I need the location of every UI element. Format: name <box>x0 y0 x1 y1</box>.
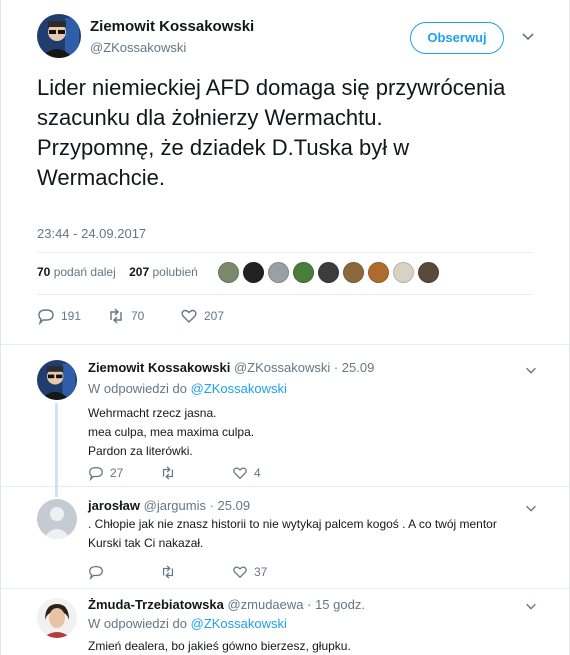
reply-header: Żmuda-Trzebiatowska @zmudaewa · 15 godz. <box>88 597 365 612</box>
follow-button[interactable]: Obserwuj <box>410 22 504 54</box>
liker-avatar[interactable] <box>243 262 264 283</box>
retweets-count[interactable]: 70 <box>37 265 50 279</box>
divider <box>37 294 532 295</box>
chevron-down-icon[interactable] <box>524 599 538 613</box>
reply-author-avatar[interactable] <box>37 598 77 638</box>
reply-icon <box>89 566 103 580</box>
in-reply-handle-link[interactable]: @ZKossakowski <box>191 381 287 396</box>
tweet-page: Ziemowit Kossakowski @ZKossakowski Obser… <box>0 0 570 655</box>
reply-text: . Chłopie jak nie znasz historii to nie … <box>88 517 497 550</box>
author-name[interactable]: Ziemowit Kossakowski <box>90 18 254 35</box>
reply-icon <box>38 309 54 325</box>
reply-actions: 27 4 <box>88 465 388 481</box>
reply-author-name[interactable]: jarosław <box>88 498 140 513</box>
reply-author-avatar[interactable] <box>37 360 77 400</box>
thread-line <box>55 487 58 497</box>
like-count: 37 <box>254 565 268 579</box>
like-button[interactable]: 207 <box>180 307 224 325</box>
reply-text: Wehrmacht rzecz jasna. mea culpa, mea ma… <box>88 406 255 458</box>
author-handle[interactable]: @ZKossakowski <box>90 40 186 55</box>
likes-label[interactable]: polubień <box>152 265 197 279</box>
retweet-count: 70 <box>131 309 145 323</box>
chevron-down-icon[interactable] <box>520 28 536 44</box>
liker-avatar[interactable] <box>418 262 439 283</box>
like-button[interactable]: 4 <box>232 465 261 481</box>
retweet-button[interactable] <box>160 564 176 580</box>
reply-button[interactable]: 191 <box>37 307 81 325</box>
retweet-button[interactable] <box>160 465 176 481</box>
reply-actions: 37 <box>88 564 388 580</box>
retweet-icon <box>162 466 174 480</box>
reply-button[interactable] <box>88 564 104 580</box>
in-reply-prefix: W odpowiedzi do <box>88 381 187 396</box>
like-button[interactable]: 37 <box>232 564 267 580</box>
reply-header: jarosław @jargumis · 25.09 <box>88 498 250 513</box>
in-reply-to: W odpowiedzi do @ZKossakowski <box>88 616 287 631</box>
liker-avatar[interactable] <box>393 262 414 283</box>
reply-count: 191 <box>61 309 82 323</box>
in-reply-handle-link[interactable]: @ZKossakowski <box>191 616 287 631</box>
reply-header: Ziemowit Kossakowski @ZKossakowski · 25.… <box>88 360 374 375</box>
reply-time[interactable]: · 25.09 <box>210 498 250 513</box>
likers-avatars <box>218 262 439 283</box>
liker-avatar[interactable] <box>268 262 289 283</box>
liker-avatar[interactable] <box>318 262 339 283</box>
reply-author-handle[interactable]: @ZKossakowski <box>234 360 330 375</box>
reply-icon <box>89 467 103 481</box>
heart-icon <box>233 467 247 480</box>
reply-author-handle[interactable]: @jargumis <box>144 498 206 513</box>
retweet-button[interactable]: 70 <box>107 307 144 325</box>
in-reply-to: W odpowiedzi do @ZKossakowski <box>88 381 287 396</box>
reply-tweet[interactable]: Ziemowit Kossakowski @ZKossakowski · 25.… <box>1 345 569 487</box>
tweet-timestamp[interactable]: 23:44 - 24.09.2017 <box>37 226 146 241</box>
in-reply-prefix: W odpowiedzi do <box>88 616 187 631</box>
reply-time[interactable]: · 25.09 <box>334 360 374 375</box>
chevron-down-icon[interactable] <box>524 501 538 515</box>
tweet-text: Lider niemieckiej AFD domaga się przywró… <box>37 75 506 190</box>
divider <box>37 252 532 253</box>
liker-avatar[interactable] <box>218 262 239 283</box>
reply-text: Zmień dealera, bo jakieś gówno bierzesz,… <box>88 639 351 653</box>
retweet-icon <box>162 565 174 579</box>
thread-line <box>55 403 58 487</box>
main-tweet: Ziemowit Kossakowski @ZKossakowski Obser… <box>1 0 569 345</box>
like-count: 4 <box>254 466 261 480</box>
retweet-icon <box>110 308 122 324</box>
reply-author-name[interactable]: Żmuda-Trzebiatowska <box>88 597 224 612</box>
reply-author-name[interactable]: Ziemowit Kossakowski <box>88 360 230 375</box>
reply-button[interactable]: 27 <box>88 465 123 481</box>
heart-icon <box>181 309 197 323</box>
heart-icon <box>233 566 247 579</box>
chevron-down-icon[interactable] <box>524 363 538 377</box>
reply-author-avatar[interactable] <box>37 499 77 539</box>
liker-avatar[interactable] <box>368 262 389 283</box>
reply-tweet[interactable]: jarosław @jargumis · 25.09 . Chłopie jak… <box>1 487 569 589</box>
liker-avatar[interactable] <box>293 262 314 283</box>
likes-count[interactable]: 207 <box>129 265 149 279</box>
reply-author-handle[interactable]: @zmudaewa <box>227 597 303 612</box>
reply-time[interactable]: · 15 godz. <box>307 597 365 612</box>
author-avatar[interactable] <box>37 14 81 58</box>
retweets-label[interactable]: podań dalej <box>54 265 116 279</box>
engagement-stats: 70 podań dalej 207 polubień <box>37 265 198 279</box>
like-count: 207 <box>204 309 225 323</box>
reply-count: 27 <box>110 466 124 480</box>
reply-tweet[interactable]: Żmuda-Trzebiatowska @zmudaewa · 15 godz.… <box>1 589 569 655</box>
liker-avatar[interactable] <box>343 262 364 283</box>
